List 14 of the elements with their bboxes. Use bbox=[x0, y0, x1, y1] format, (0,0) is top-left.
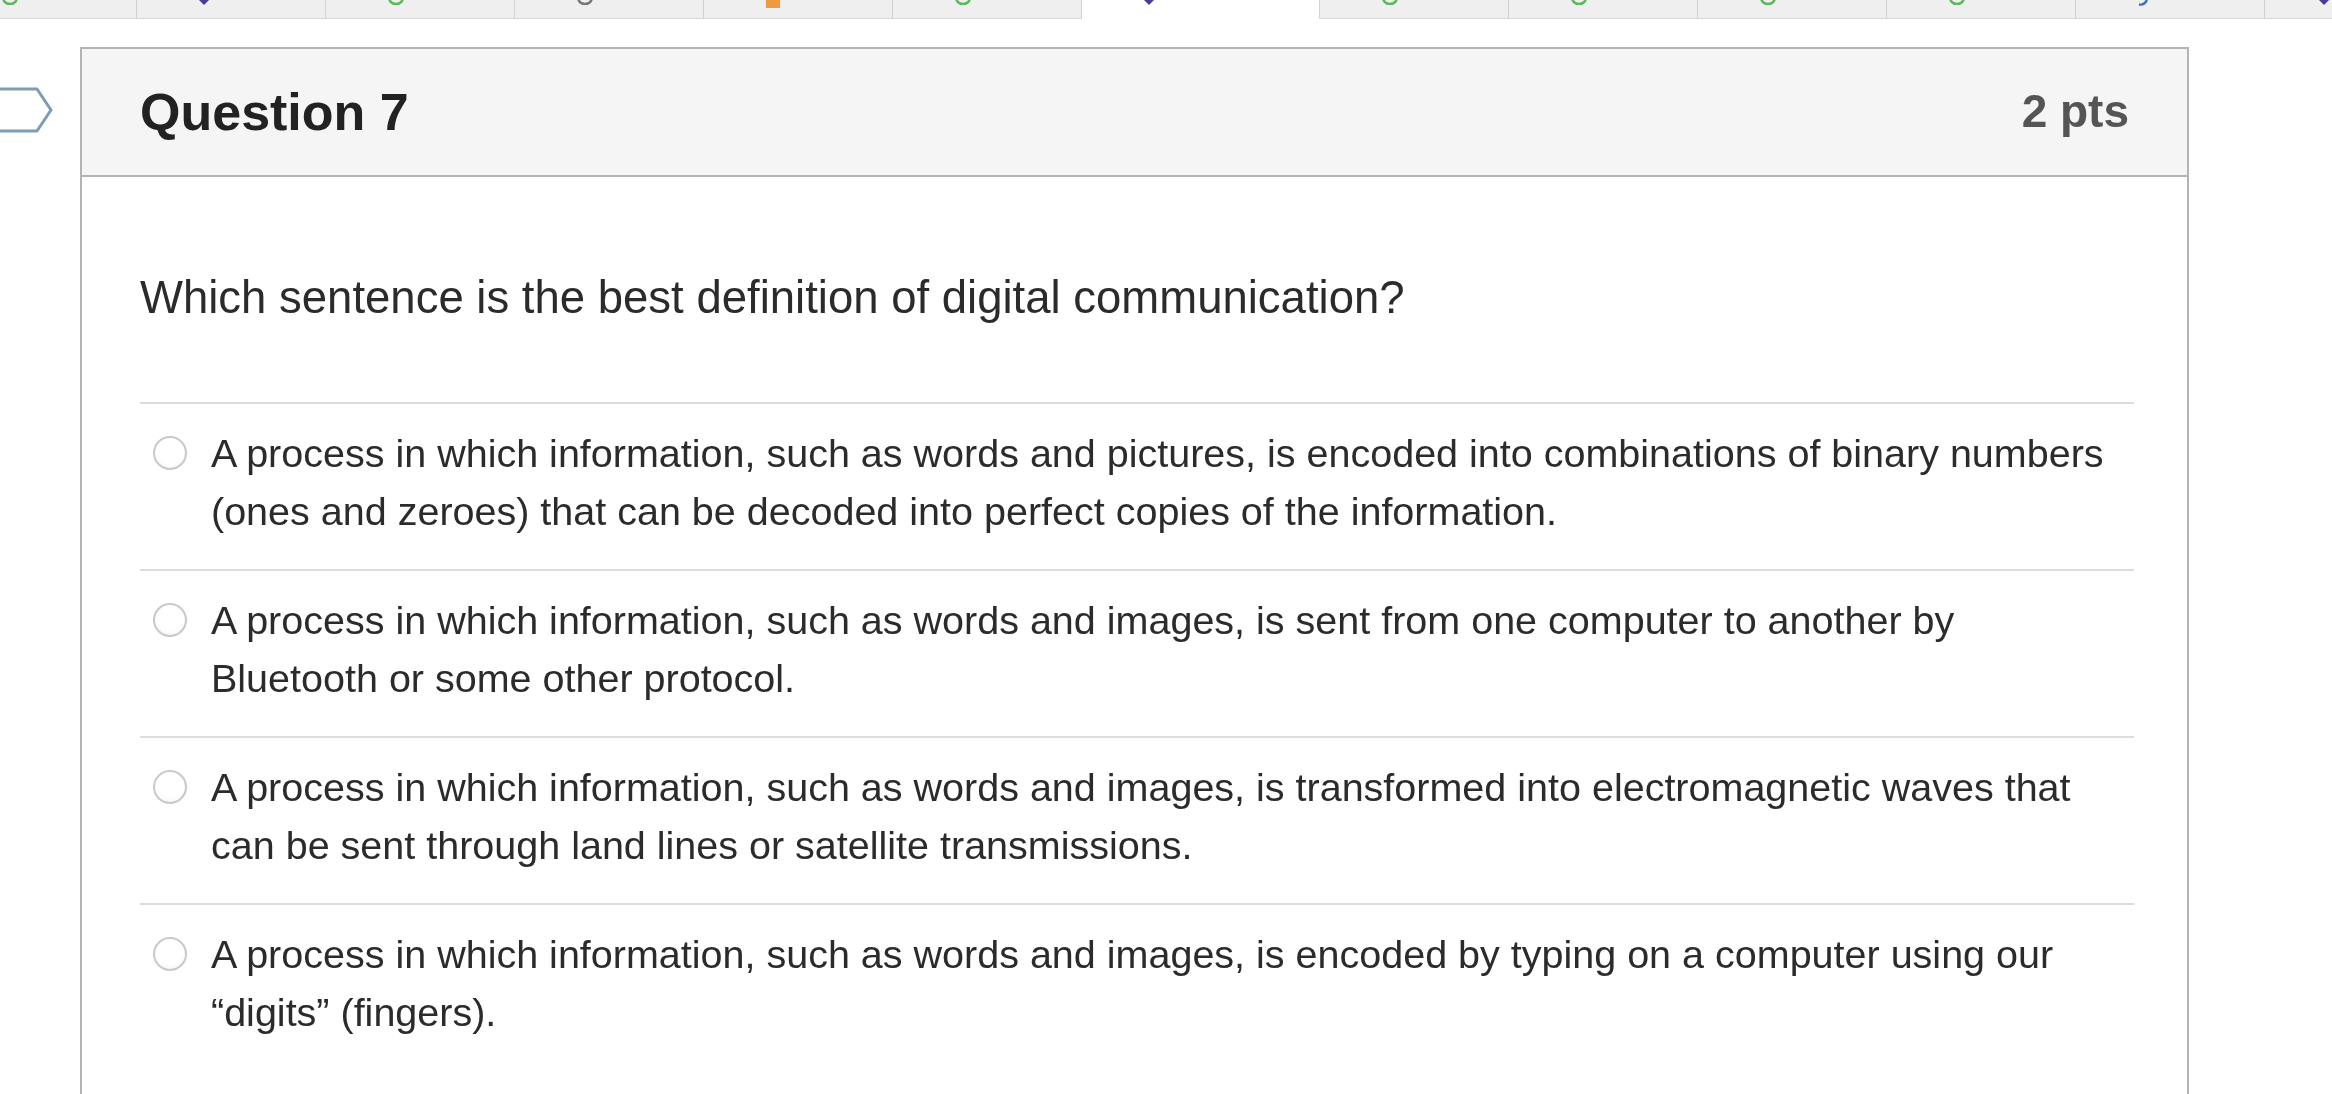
points-label: 2 pts bbox=[2021, 84, 2129, 140]
answer-text: A process in which information, such as words and images, is sent from one computer to another by Bluetooth or some other protocol. bbox=[211, 597, 1956, 702]
answer-text: A process in which information, such as words and pictures, is encoded into combinations of binary numbers (ones and zeroes) that can be decoded into perfect copies of the information. bbox=[211, 430, 2105, 535]
radio-button[interactable] bbox=[153, 603, 187, 637]
answer-text: A process in which information, such as words and images, is transformed into electromagnetic waves that can be sent through land lines or satellite transmissions. bbox=[211, 764, 2072, 869]
flag-question-icon[interactable] bbox=[0, 87, 54, 133]
radio-button[interactable] bbox=[153, 436, 187, 470]
radio-button[interactable] bbox=[153, 770, 187, 804]
question-text: Which sentence is the best definition of digital communication? bbox=[140, 271, 1406, 325]
question-tab[interactable] bbox=[0, 0, 137, 18]
question-tab[interactable] bbox=[1082, 0, 1320, 19]
answer-text: A process in which information, such as words and images, is encoded by typing on a computer using our “digits” (fingers). bbox=[211, 931, 2055, 1036]
radio-button[interactable] bbox=[153, 937, 187, 971]
question-title: Question 7 bbox=[140, 81, 409, 143]
